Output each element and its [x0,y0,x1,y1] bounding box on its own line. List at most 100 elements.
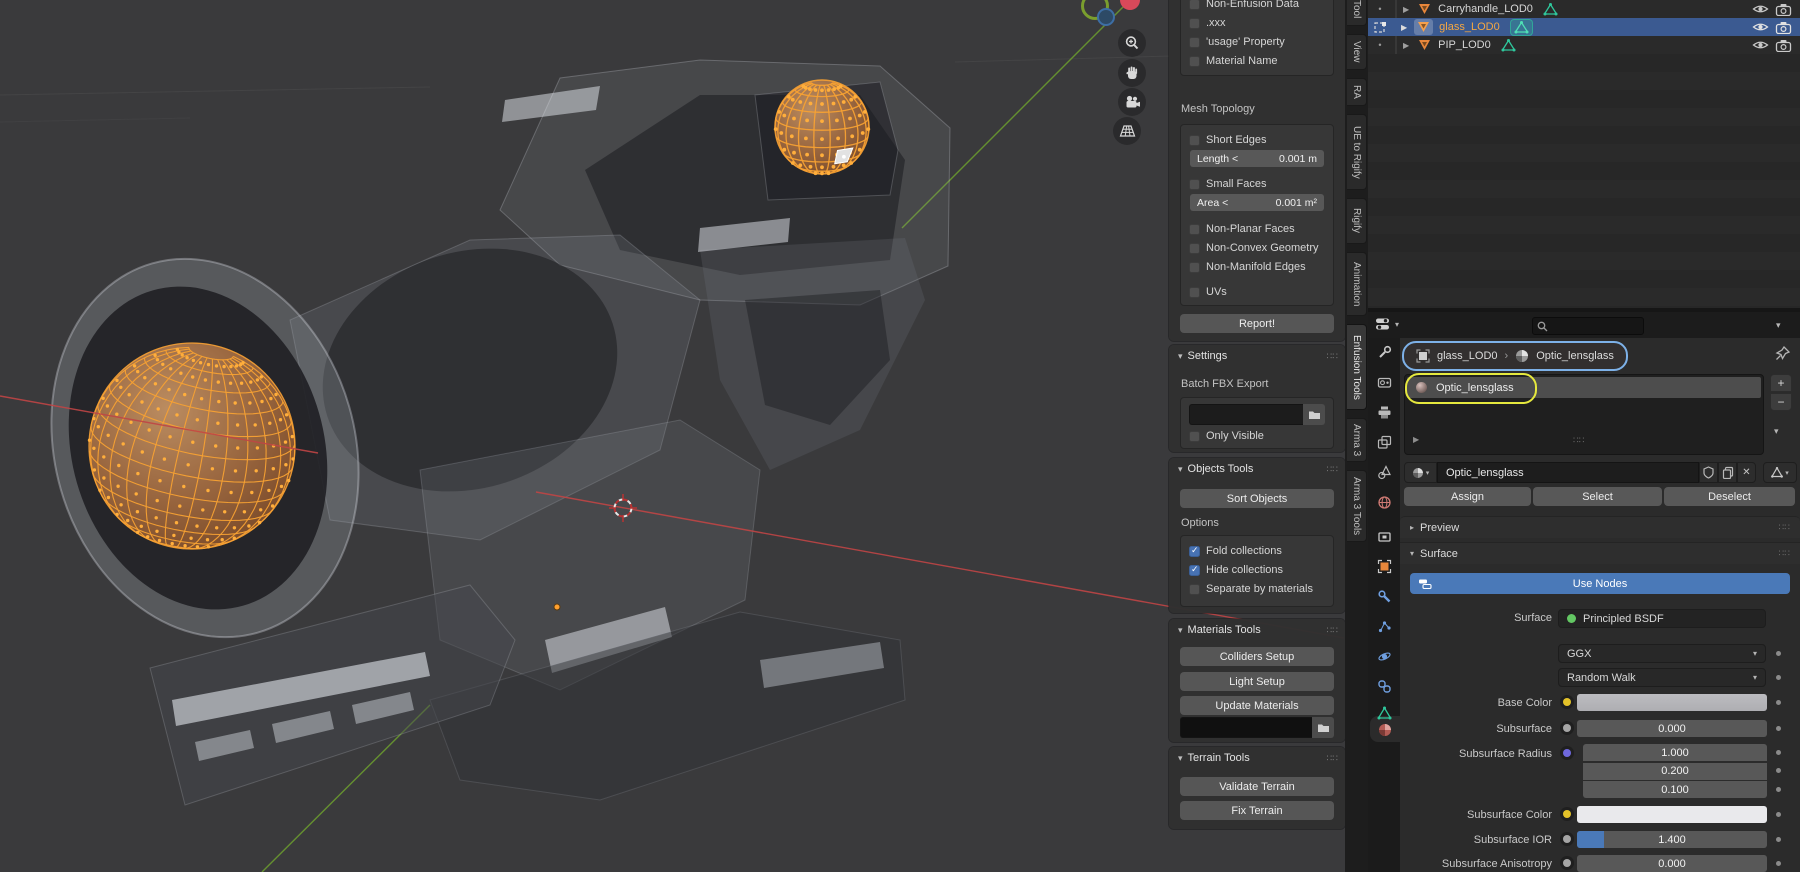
checkbox[interactable] [1189,18,1200,29]
subsurface-radius-z[interactable]: 0.100 [1583,781,1767,798]
tab-render-icon[interactable] [1377,375,1392,390]
distribution-dropdown[interactable]: GGX ▾ [1558,644,1766,663]
sort-objects-button[interactable]: Sort Objects [1180,489,1334,508]
zoom-button[interactable] [1118,29,1146,57]
tab-arma-3-tools[interactable]: Arma 3 Tools [1347,470,1367,542]
disable-camera-icon[interactable] [1775,39,1792,52]
surface-shader-field[interactable]: Principled BSDF [1558,609,1766,628]
deselect-button[interactable]: Deselect [1664,487,1795,506]
light-setup-button[interactable]: Light Setup [1180,672,1334,691]
value-socket-icon[interactable] [1560,856,1574,870]
browse-folder-button[interactable] [1303,404,1325,425]
checkbox[interactable] [1189,262,1200,273]
decorator-dot[interactable] [1776,861,1781,866]
hide-eye-icon[interactable] [1752,21,1769,33]
fbx-export-path-input[interactable] [1189,404,1303,425]
unlink-material-button[interactable]: ✕ [1737,462,1756,483]
tab-tool[interactable]: Tool [1347,0,1367,26]
tab-constraints-icon[interactable] [1377,679,1392,694]
checkbox[interactable] [1189,431,1200,442]
decorator-dot[interactable] [1776,651,1781,656]
checkbox[interactable] [1189,584,1200,595]
tab-arma-3[interactable]: Arma 3 [1347,418,1367,462]
checkbox-checked[interactable] [1189,565,1200,576]
tab-enfusion-tools[interactable]: Enfusion Tools [1347,324,1367,410]
subsurface-ior-slider[interactable]: 1.400 [1577,831,1767,848]
checkbox-row-short-edges[interactable]: Short Edges [1189,133,1329,147]
panel-grip-icon[interactable]: ∷∷ [1779,522,1790,533]
panel-grip-icon[interactable]: ∷∷ [1327,464,1338,475]
checkbox-row-small-faces[interactable]: Small Faces [1189,177,1329,191]
subsurface-radius-x[interactable]: 1.000 [1583,744,1767,761]
checkbox-row-fold-collections[interactable]: Fold collections [1189,544,1329,558]
chevron-down-icon[interactable]: ▾ [1178,351,1183,362]
materials-path-input[interactable] [1180,717,1312,738]
panel-grip-icon[interactable]: ∷∷ [1327,753,1338,764]
disable-camera-icon[interactable] [1775,3,1792,16]
checkbox-checked[interactable] [1189,546,1200,557]
disclosure-arrow-icon[interactable]: ▶ [1403,41,1409,50]
report-button[interactable]: Report! [1180,314,1334,333]
perspective-toggle-button[interactable] [1113,117,1141,145]
decorator-dot[interactable] [1776,812,1781,817]
browse-folder-button[interactable] [1312,717,1334,738]
color-socket-icon[interactable] [1560,807,1574,821]
subsurface-color-swatch[interactable] [1577,806,1767,823]
decorator-dot[interactable] [1776,675,1781,680]
vector-socket-icon[interactable] [1560,746,1574,760]
disable-camera-icon[interactable] [1775,21,1792,34]
area-field[interactable]: Area < 0.001 m² [1190,194,1324,211]
tab-view-layer-icon[interactable] [1377,435,1392,450]
color-socket-icon[interactable] [1560,695,1574,709]
checkbox-row-hide-collections[interactable]: Hide collections [1189,563,1329,577]
browse-material-button[interactable]: ▾ [1404,462,1437,483]
terrain-tools-title[interactable]: Terrain Tools [1188,752,1250,764]
subsurface-anisotropy-slider[interactable]: 0.000 [1577,855,1767,872]
use-nodes-button[interactable]: Use Nodes [1410,573,1790,594]
copy-material-button[interactable] [1718,462,1737,483]
fix-terrain-button[interactable]: Fix Terrain [1180,801,1334,820]
materials-tools-title[interactable]: Materials Tools [1188,624,1261,636]
camera-view-button[interactable] [1118,88,1146,116]
checkbox-row-uvs[interactable]: UVs [1189,285,1329,299]
tab-output-icon[interactable] [1377,405,1392,420]
gizmo-axis-z[interactable] [1097,8,1115,26]
pin-icon[interactable] [1774,345,1791,362]
remove-slot-button[interactable]: − [1770,393,1792,411]
base-color-swatch[interactable] [1577,694,1767,711]
checkbox[interactable] [1189,0,1200,10]
3d-viewport[interactable]: Non-Enfusion Data .xxx 'usage' Property … [0,0,1345,872]
length-field[interactable]: Length < 0.001 m [1190,150,1324,167]
decorator-dot[interactable] [1776,726,1781,731]
chevron-down-icon[interactable]: ▾ [1178,753,1183,764]
tab-world-icon[interactable] [1377,495,1392,510]
tab-physics-icon[interactable] [1377,649,1392,664]
tab-animation[interactable]: Animation [1347,252,1367,316]
checkbox-row-xxx[interactable]: .xxx [1189,16,1329,30]
decorator-dot[interactable] [1776,750,1781,755]
assign-button[interactable]: Assign [1404,487,1531,506]
value-socket-icon[interactable] [1560,721,1574,735]
checkbox[interactable] [1189,56,1200,67]
decorator-dot[interactable] [1776,787,1781,792]
colliders-setup-button[interactable]: Colliders Setup [1180,647,1334,666]
chevron-down-icon[interactable]: ▾ [1178,625,1183,636]
disclosure-arrow-icon[interactable]: ▶ [1403,5,1409,14]
checkbox[interactable] [1189,243,1200,254]
surface-panel-header[interactable]: ▾ Surface ∷∷ [1400,542,1800,564]
checkbox-row-non-enfusion-data[interactable]: Non-Enfusion Data [1189,0,1329,11]
settings-panel-title[interactable]: Settings [1188,350,1228,362]
panel-grip-icon[interactable]: ∷∷ [1779,548,1790,559]
checkbox-row-non-planar[interactable]: Non-Planar Faces [1189,222,1329,236]
chevron-down-icon[interactable]: ▾ [1178,464,1183,475]
tab-collection-icon[interactable] [1377,529,1392,544]
tab-object-icon[interactable] [1377,559,1392,574]
checkbox-row-separate-by-materials[interactable]: Separate by materials [1189,582,1329,596]
checkbox[interactable] [1189,179,1200,190]
properties-search-input[interactable] [1532,317,1644,335]
slot-list-expand-icon[interactable]: ▶ [1413,435,1419,444]
preview-panel-header[interactable]: ▸ Preview ∷∷ [1400,516,1800,538]
checkbox[interactable] [1189,37,1200,48]
sss-method-dropdown[interactable]: Random Walk ▾ [1558,668,1766,687]
tab-rigify[interactable]: Rigify [1347,198,1367,244]
